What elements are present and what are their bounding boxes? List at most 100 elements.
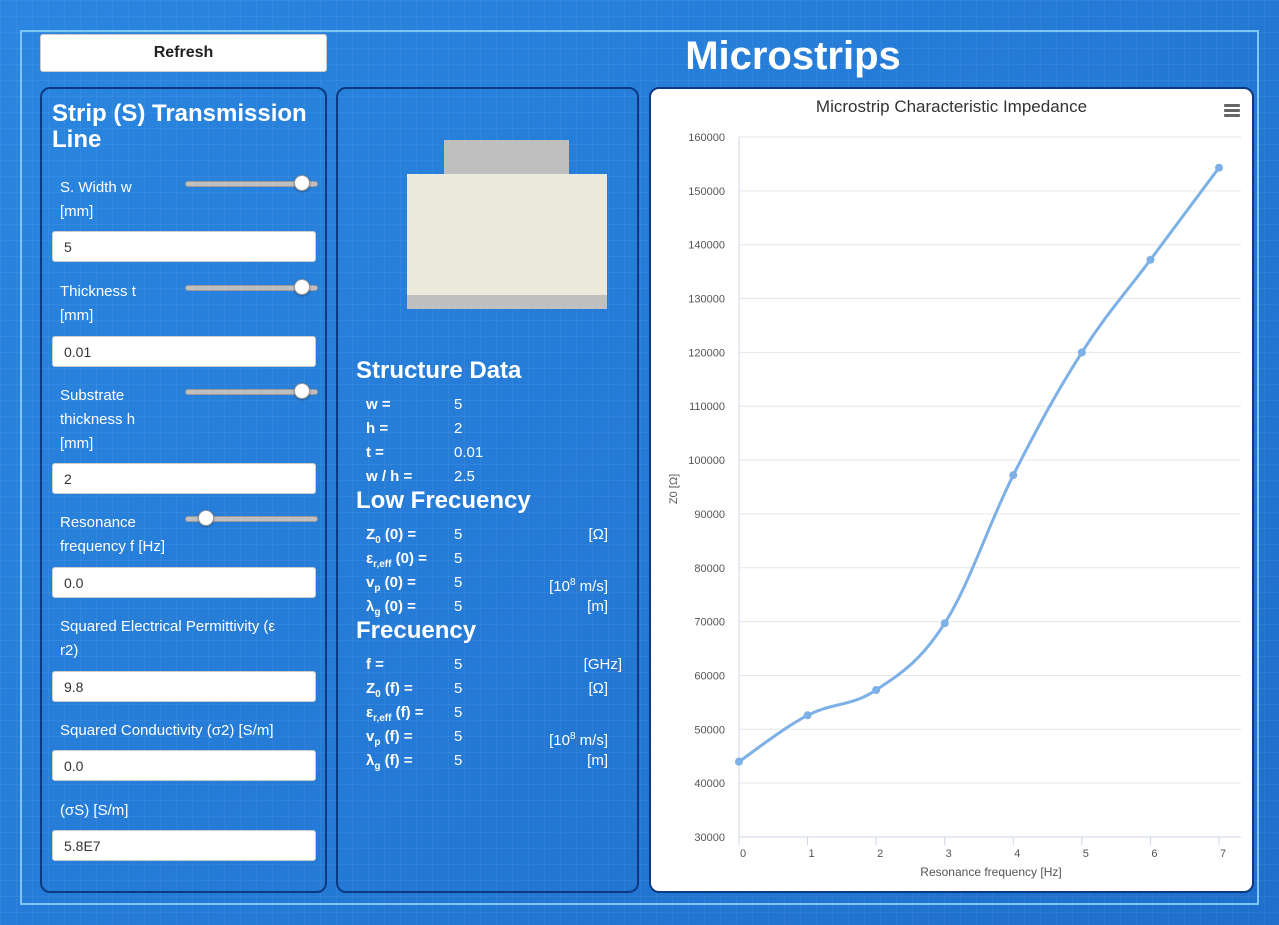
- data-point[interactable]: [735, 757, 743, 766]
- y-tick-label: 140000: [688, 240, 725, 252]
- y-tick-label: 70000: [694, 617, 725, 629]
- freq-z0-row: Z0 (f) = 5 [Ω]: [366, 677, 636, 701]
- app-title: Microstrips: [685, 34, 901, 78]
- row-value: 5: [454, 752, 463, 769]
- refresh-button[interactable]: Refresh: [40, 34, 327, 72]
- x-tick-label: 1: [809, 848, 815, 860]
- y-tick-label: 130000: [688, 294, 725, 306]
- permittivity-label-line1: Squared Electrical Permittivity (ε: [60, 618, 276, 635]
- row-value: 5: [454, 574, 463, 591]
- data-point[interactable]: [1009, 471, 1018, 480]
- data-point[interactable]: [1215, 163, 1223, 172]
- row-symbol: λg (f) =: [366, 752, 413, 772]
- substrate-slider[interactable]: [185, 383, 318, 399]
- row-value: 5: [454, 656, 463, 673]
- x-tick-label: 0: [740, 848, 746, 860]
- x-tick-label: 4: [1014, 848, 1020, 860]
- structure-row-wh: w / h = 2.5: [366, 465, 636, 489]
- row-unit: [Ω]: [588, 680, 608, 697]
- row-value: 5: [454, 728, 463, 745]
- freq-vp-row: vp (f) = 5 [108 m/s]: [366, 725, 636, 749]
- data-point[interactable]: [1146, 255, 1155, 264]
- strip-conductor-shape: [444, 140, 569, 174]
- x-tick-label: 6: [1151, 848, 1157, 860]
- data-point[interactable]: [940, 619, 949, 628]
- substrate-input[interactable]: [52, 463, 316, 494]
- y-tick-label: 90000: [694, 509, 725, 521]
- panel-title: Strip (S) Transmission Line: [52, 100, 307, 153]
- width-input[interactable]: [52, 231, 316, 262]
- row-symbol: t =: [366, 444, 384, 461]
- structure-data-title: Structure Data: [356, 357, 522, 384]
- row-symbol: w =: [366, 396, 391, 413]
- substrate-label-line3: [mm]: [60, 435, 94, 452]
- low-z0-row: Z0 (0) = 5 [Ω]: [366, 523, 636, 547]
- resonance-slider[interactable]: [185, 510, 318, 526]
- low-vp-row: vp (0) = 5 [108 m/s]: [366, 571, 636, 595]
- chart-panel: Microstrip Characteristic Impedance 3000…: [649, 87, 1254, 893]
- impedance-chart: 30000 40000 50000 60000 70000 80000 90000 10000…: [668, 132, 1241, 879]
- row-unit: [Ω]: [588, 526, 608, 543]
- parameters-panel: Strip (S) Transmission Line S. Width w […: [40, 87, 327, 893]
- low-frequency-title: Low Frecuency: [356, 487, 531, 514]
- y-tick-label: 30000: [694, 832, 725, 844]
- substrate-shape: [407, 174, 607, 295]
- row-unit: [GHz]: [583, 656, 622, 673]
- resonance-slider-thumb[interactable]: [197, 510, 214, 526]
- thickness-slider-thumb[interactable]: [293, 279, 310, 295]
- y-tick-label: 100000: [688, 455, 725, 467]
- row-symbol: h =: [366, 420, 389, 437]
- width-slider-thumb[interactable]: [293, 175, 310, 191]
- thickness-label-line2: [mm]: [60, 307, 94, 324]
- row-unit: [m]: [587, 598, 608, 615]
- width-label-line1: S. Width w: [60, 179, 132, 196]
- results-panel: Structure Data w = 5 h = 2 t = 0.01 w / h =…: [336, 87, 639, 893]
- x-tick-label: 3: [946, 848, 952, 860]
- y-axis-label: Z0 [Ω]: [668, 474, 680, 504]
- y-tick-label: 110000: [689, 401, 725, 413]
- row-value: 2: [454, 420, 463, 437]
- conductivityS-input[interactable]: [52, 830, 316, 861]
- ground-plane-shape: [407, 295, 607, 309]
- y-tick-label: 60000: [694, 670, 725, 682]
- y-tick-label: 120000: [688, 347, 725, 359]
- data-point[interactable]: [803, 711, 812, 720]
- row-value: 5: [454, 550, 463, 567]
- data-point[interactable]: [872, 686, 881, 694]
- x-axis-label: Resonance frequency [Hz]: [920, 865, 1061, 879]
- permittivity-input[interactable]: [52, 671, 316, 702]
- permittivity-label-line2: r2): [60, 642, 79, 659]
- width-label-line2: [mm]: [60, 203, 94, 220]
- x-tick-label: 2: [877, 848, 883, 860]
- thickness-label-line1: Thickness t: [60, 283, 136, 300]
- row-symbol: w / h =: [366, 468, 413, 485]
- row-value: 5: [454, 396, 463, 413]
- freq-f-row: f = 5 [GHz]: [366, 653, 636, 677]
- conductivity2-label: Squared Conductivity (σ2) [S/m]: [60, 722, 274, 739]
- conductivityS-label: (σS) [S/m]: [60, 802, 129, 819]
- conductivity2-input[interactable]: [52, 750, 316, 781]
- width-slider[interactable]: [185, 175, 318, 191]
- low-eps-row: εr,eff (0) = 5: [366, 547, 636, 571]
- low-lambda-row: λg (0) = 5 [m]: [366, 595, 636, 619]
- thickness-slider[interactable]: [185, 279, 318, 295]
- resonance-label-line1: Resonance: [60, 514, 136, 531]
- thickness-input[interactable]: [52, 336, 316, 367]
- y-tick-label: 50000: [694, 724, 725, 736]
- data-point[interactable]: [1077, 348, 1086, 357]
- y-tick-label: 40000: [694, 778, 725, 790]
- structure-row-w: w = 5: [366, 393, 636, 417]
- row-value: 0.01: [454, 444, 484, 461]
- x-tick-label: 5: [1083, 848, 1089, 860]
- freq-eps-row: εr,eff (f) = 5: [366, 701, 636, 725]
- y-tick-label: 160000: [688, 132, 725, 144]
- substrate-label-line2: thickness h: [60, 411, 136, 428]
- resonance-label-line2: frequency f [Hz]: [60, 538, 166, 555]
- resonance-input[interactable]: [52, 567, 316, 598]
- row-value: 5: [454, 598, 463, 615]
- freq-lambda-row: λg (f) = 5 [m]: [366, 749, 636, 773]
- x-tick-label: 7: [1220, 848, 1226, 860]
- y-tick-label: 150000: [688, 186, 725, 198]
- substrate-slider-thumb[interactable]: [293, 383, 310, 399]
- row-value: 5: [454, 680, 463, 697]
